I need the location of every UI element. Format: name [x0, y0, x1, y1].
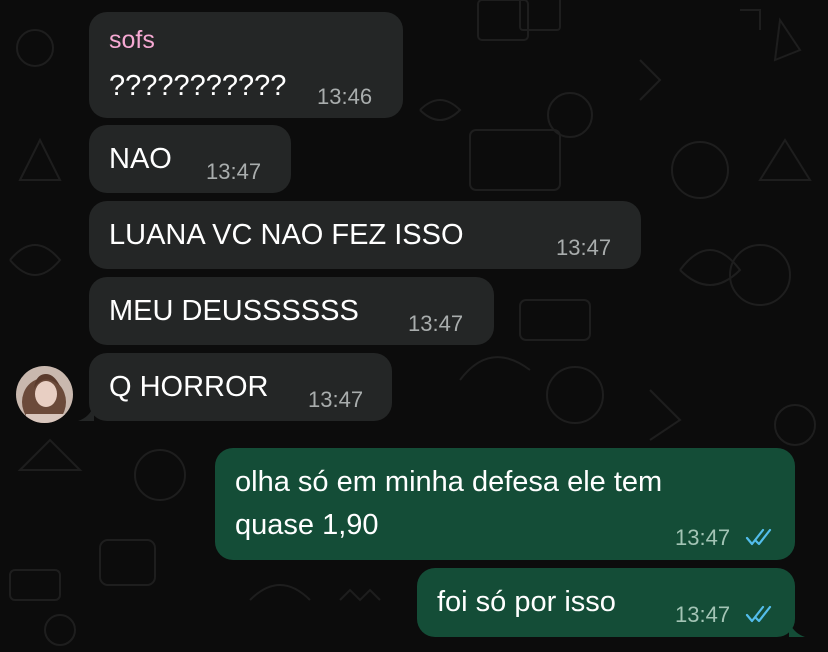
- double-check-icon: [745, 605, 772, 623]
- message-bubble[interactable]: NAO 13:47: [89, 125, 291, 193]
- message-time: 13:47: [408, 311, 464, 336]
- message-time: 13:47: [675, 525, 731, 550]
- message-bubble[interactable]: MEU DEUSSSSSS 13:47: [89, 277, 494, 345]
- message-time: 13:47: [308, 387, 364, 412]
- message-bubble[interactable]: LUANA VC NAO FEZ ISSO 13:47: [89, 201, 641, 269]
- message-text: foi só por isso: [437, 586, 616, 618]
- message-bubble[interactable]: Q HORROR 13:47: [89, 353, 392, 421]
- message-text-line: olha só em minha defesa ele tem: [235, 466, 663, 498]
- message-text: MEU DEUSSSSSS: [109, 295, 359, 327]
- message-text: ???????????: [109, 70, 287, 102]
- contact-avatar[interactable]: [16, 366, 73, 423]
- message-bubble[interactable]: olha só em minha defesa ele tem quase 1,…: [215, 448, 795, 560]
- message-time: 13:46: [317, 84, 373, 109]
- message-time: 13:47: [206, 159, 262, 184]
- message-text-line: quase 1,90: [235, 509, 379, 541]
- sender-name[interactable]: sofs: [109, 26, 155, 55]
- message-time: 13:47: [556, 235, 612, 260]
- message-bubble[interactable]: sofs ??????????? 13:46: [89, 12, 403, 118]
- double-check-icon: [745, 528, 772, 546]
- message-bubble[interactable]: foi só por isso 13:47: [417, 568, 795, 637]
- message-text: NAO: [109, 143, 172, 175]
- message-text: Q HORROR: [109, 371, 269, 403]
- message-time: 13:47: [675, 602, 731, 627]
- message-text: LUANA VC NAO FEZ ISSO: [109, 219, 464, 251]
